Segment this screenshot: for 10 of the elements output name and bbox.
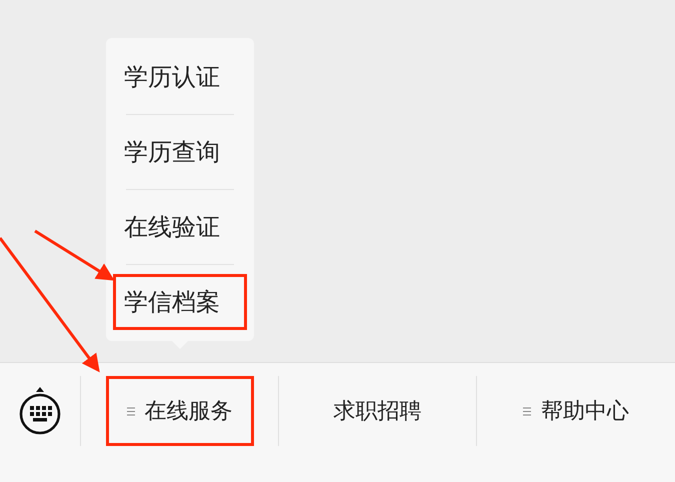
submenu-icon [523, 406, 531, 416]
keyboard-icon[interactable] [18, 386, 62, 436]
menu-tab[interactable]: 帮助中心 [502, 376, 650, 446]
menu-tab[interactable]: 在线服务 [106, 376, 254, 446]
submenu-icon [126, 406, 134, 416]
menu-item[interactable]: 学历认证 [113, 49, 247, 105]
menu-item[interactable]: 在线验证 [113, 199, 247, 255]
menu-item[interactable]: 学信档案 [113, 274, 247, 330]
menu-item[interactable]: 学历查询 [113, 124, 247, 180]
menu-tab[interactable]: 求职招聘 [304, 376, 452, 446]
